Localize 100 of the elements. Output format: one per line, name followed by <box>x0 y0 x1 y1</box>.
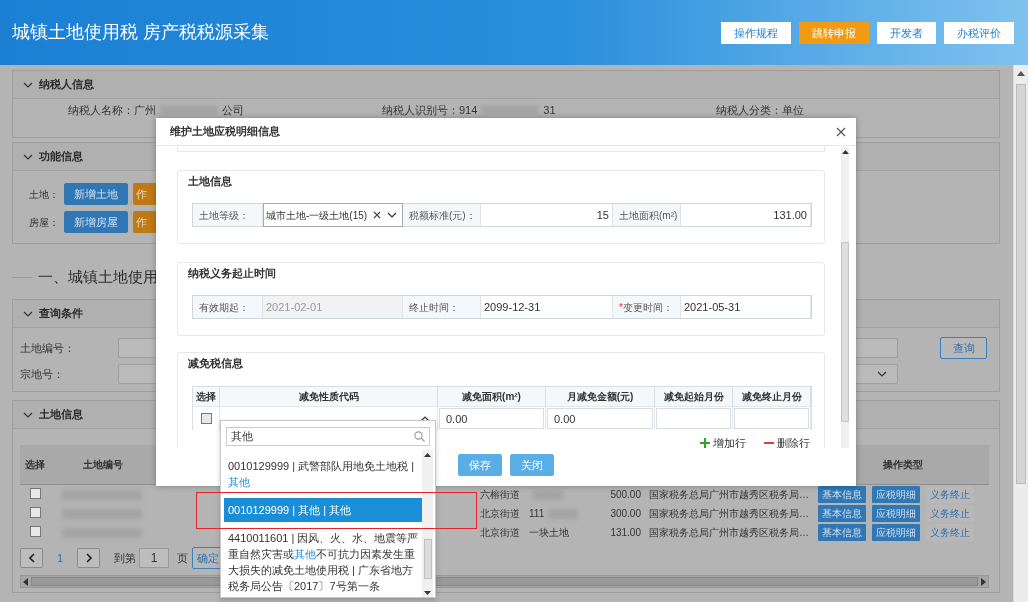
column-header: 减免面积(m²) <box>438 387 546 407</box>
plus-icon <box>700 437 710 448</box>
row-action-button[interactable]: 基本信息 <box>818 524 866 541</box>
action-button[interactable]: 新增土地 <box>64 183 128 205</box>
page-link[interactable]: 1 <box>47 550 73 566</box>
table-cell: 111 <box>529 507 545 520</box>
chevron-down-icon[interactable] <box>23 153 33 160</box>
field-label: 税额标准(元)： <box>403 204 481 226</box>
field-label: 土地： <box>29 187 59 201</box>
table-cell-text: 北京街道 <box>480 507 521 520</box>
panel-title: 功能信息 <box>39 149 83 164</box>
panel-title: 纳税人信息 <box>39 77 94 92</box>
info-text: 纳税人名称：广州 <box>68 102 156 118</box>
arrow-left-icon[interactable] <box>23 577 28 586</box>
app-title: 城镇土地使用税 房产税税源采集 <box>12 20 269 44</box>
info-text: 31 <box>543 102 556 118</box>
table-cell-text: 国家税务总局广州市越秀区税务局… <box>648 526 810 539</box>
section-heading: 一、城镇土地使用 <box>38 267 158 287</box>
delete-row-button[interactable]: 删除行 <box>764 435 810 448</box>
field-label: 终止时间： <box>403 296 481 318</box>
query-button[interactable]: 查询 <box>940 337 987 359</box>
number-field[interactable]: 131.00 <box>681 204 811 226</box>
page-input[interactable]: 1 <box>139 548 169 568</box>
dialog-button[interactable]: 保存 <box>458 454 502 476</box>
clear-icon[interactable] <box>373 211 382 219</box>
row-action-button[interactable]: 义务终止 <box>926 524 974 541</box>
select-field[interactable]: 城市土地-一级土地(15) <box>263 203 403 227</box>
column-header: 操作类型 <box>881 458 924 471</box>
previous-page-button[interactable] <box>20 548 43 568</box>
header-button[interactable]: 操作规程 <box>721 21 791 44</box>
scrollbar-thumb[interactable] <box>841 242 849 422</box>
dropdown-option[interactable]: 0010129999 | 武警部队用地免土地税 | 其他 <box>224 456 422 492</box>
minus-icon <box>764 440 774 445</box>
field-label: 土地编号： <box>19 340 76 356</box>
field-label: 有效期起： <box>193 296 263 318</box>
dropdown-option[interactable]: 4410011601 | 因风、火、水、地震等严重自然灾害或其他不可抗力因素发生重大损失的减免土地使用税 | 广东省地方税务局公告〔2017〕7号第一条 <box>224 528 422 596</box>
checkbox[interactable] <box>29 525 41 537</box>
add-row-button[interactable]: 增加行 <box>700 435 746 448</box>
scrollbar-thumb[interactable] <box>423 539 432 579</box>
table-cell-text: 国家税务总局广州市越秀区税务局… <box>648 488 810 501</box>
arrow-down-icon[interactable] <box>424 591 431 595</box>
checkbox[interactable] <box>29 506 41 518</box>
arrow-up-icon[interactable] <box>424 453 431 457</box>
pagination-label: 页 <box>177 550 188 566</box>
input-field[interactable]: 0.00 <box>547 408 653 429</box>
dialog-title: 维护土地应税明细信息 <box>170 124 280 139</box>
row-action-button[interactable]: 基本信息 <box>818 486 866 503</box>
column-header: 土地编号 <box>81 458 124 471</box>
arrow-right-icon[interactable] <box>981 577 986 586</box>
header-button[interactable]: 办税评价 <box>944 21 1014 44</box>
action-button[interactable]: 新增房屋 <box>64 211 128 233</box>
scrollbar-thumb[interactable] <box>1016 84 1026 484</box>
column-header: 月减免金额(元) <box>546 387 655 407</box>
table-cell-text: 500.00 <box>609 488 642 501</box>
input-field[interactable]: 0.00 <box>439 408 544 429</box>
chevron-down-icon[interactable] <box>23 310 33 317</box>
arrow-up-icon[interactable] <box>1017 71 1025 76</box>
arrow-up-icon[interactable] <box>841 150 849 154</box>
section-title: 土地信息 <box>188 174 233 189</box>
next-page-button[interactable] <box>77 548 100 568</box>
header-button[interactable]: 开发者 <box>877 21 936 44</box>
search-icon <box>414 431 425 442</box>
input-field[interactable] <box>656 408 731 429</box>
table-cell-text: 国家税务总局广州市越秀区税务局… <box>648 507 810 520</box>
checkbox[interactable] <box>29 487 41 499</box>
search-field[interactable]: 其他 <box>226 427 430 446</box>
table-cell-text: 300.00 <box>609 507 642 520</box>
dropdown-option[interactable]: 0010129999 | 其他 | 其他 <box>224 498 422 522</box>
column-header: 选择 <box>24 458 46 471</box>
info-text: 纳税人分类：单位 <box>716 102 804 118</box>
pagination-label: 到第 <box>114 550 136 566</box>
dropdown-scrollbar[interactable] <box>422 450 433 597</box>
vertical-scrollbar[interactable] <box>1013 65 1028 602</box>
row-action-button[interactable]: 应税明细 <box>872 505 920 522</box>
chevron-down-icon <box>387 212 398 218</box>
info-text: 纳税人识别号：914 <box>382 102 478 118</box>
row-action-button[interactable]: 基本信息 <box>818 505 866 522</box>
dialog-scrollbar[interactable] <box>841 147 849 448</box>
column-header: 选择 <box>193 387 220 407</box>
date-field[interactable]: 2099-12-31 <box>481 296 613 318</box>
section-title: 纳税义务起止时间 <box>188 266 277 281</box>
info-text: 公司 <box>222 102 244 118</box>
chevron-down-icon[interactable] <box>23 411 33 418</box>
input-field[interactable] <box>734 408 809 429</box>
chevron-down-icon[interactable] <box>23 81 33 88</box>
row-action-button[interactable]: 应税明细 <box>872 524 920 541</box>
column-header: 减免性质代码 <box>220 387 438 407</box>
row-action-button[interactable]: 义务终止 <box>926 505 974 522</box>
row-action-button[interactable]: 应税明细 <box>872 486 920 503</box>
chevron-left-icon <box>28 553 35 563</box>
checkbox[interactable] <box>200 413 212 424</box>
column-header: 减免终止月份 <box>733 387 811 407</box>
table-cell-text: 北京街道 <box>480 526 521 539</box>
column-header: 减免起始月份 <box>655 387 733 407</box>
header-button[interactable]: 跳转申报 <box>799 21 869 44</box>
row-action-button[interactable]: 义务终止 <box>926 486 974 503</box>
table-cell-text: 131.00 <box>609 526 642 539</box>
field-label: 房屋： <box>29 215 59 229</box>
date-field[interactable]: 2021-05-31 <box>681 296 811 318</box>
dialog-button[interactable]: 关闭 <box>510 454 554 476</box>
